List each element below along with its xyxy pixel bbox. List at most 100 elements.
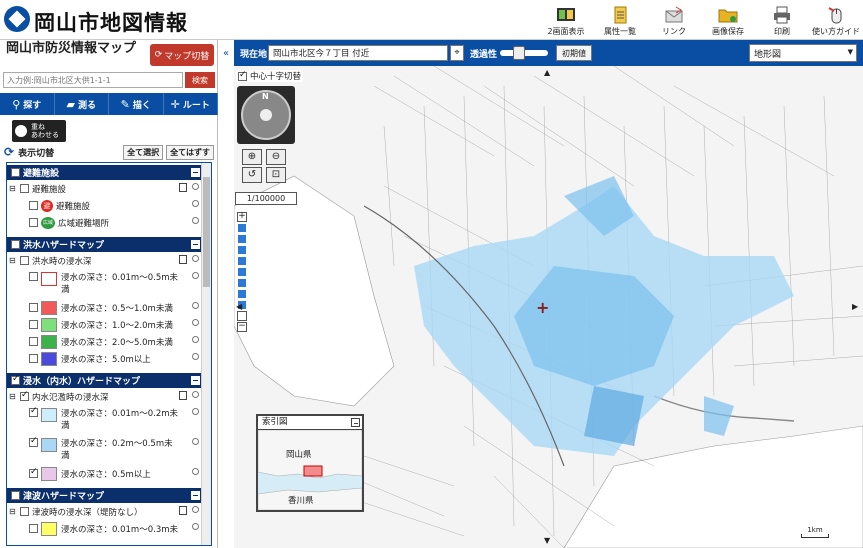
measure-tool-button[interactable]: ▰ 測る bbox=[55, 93, 109, 115]
layer-checkbox[interactable] bbox=[29, 320, 38, 329]
layer-scrollbar[interactable] bbox=[201, 163, 211, 545]
overlay-button[interactable]: 重ね あわせる bbox=[12, 120, 66, 142]
link-button[interactable]: リンク bbox=[647, 0, 701, 40]
search-tool-button[interactable]: ⚲ 探す bbox=[0, 93, 55, 115]
legend-doc-icon[interactable] bbox=[179, 183, 187, 192]
expand-icon[interactable]: ⊟ bbox=[9, 392, 18, 401]
location-display[interactable]: 岡山市北区今７丁目 付近 bbox=[268, 45, 448, 61]
layer-checkbox[interactable] bbox=[29, 406, 38, 417]
group-checkbox[interactable] bbox=[11, 168, 20, 177]
group-header-inland-flood[interactable]: 浸水（内水）ハザードマップ bbox=[7, 373, 203, 388]
index-minimap[interactable]: 索引図 岡山県 香川県 bbox=[256, 414, 364, 512]
layer-checkbox[interactable] bbox=[29, 337, 38, 346]
zoom-box-icon[interactable]: ⊡ bbox=[266, 167, 286, 183]
zoom-level-current[interactable] bbox=[237, 311, 247, 321]
group-checkbox[interactable] bbox=[11, 374, 20, 385]
zoom-level-step[interactable] bbox=[237, 278, 247, 288]
search-pin-icon[interactable] bbox=[192, 506, 199, 513]
legend-doc-icon[interactable] bbox=[179, 506, 187, 515]
usage-guide-button[interactable]: 使い方ガイド bbox=[809, 0, 863, 40]
zoom-level-step[interactable] bbox=[237, 234, 247, 244]
crosshair-checkbox[interactable] bbox=[238, 70, 247, 81]
layer-checkbox[interactable] bbox=[29, 218, 38, 227]
search-pin-icon[interactable] bbox=[192, 438, 199, 445]
group-header-flood[interactable]: 洪水ハザードマップ bbox=[7, 237, 203, 252]
zoom-out-button[interactable]: − bbox=[237, 322, 247, 332]
zoom-slider[interactable]: + − bbox=[237, 212, 247, 348]
panel-collapse-button[interactable]: « bbox=[220, 40, 232, 66]
layer-checkbox[interactable] bbox=[29, 201, 38, 210]
expand-icon[interactable]: ⊟ bbox=[9, 184, 18, 193]
zoom-in-magnifier-icon[interactable]: ⊕ bbox=[242, 149, 262, 165]
locate-target-icon[interactable]: ⌖ bbox=[450, 45, 464, 61]
minimap-collapse-icon[interactable] bbox=[351, 418, 360, 427]
search-pin-icon[interactable] bbox=[192, 408, 199, 415]
collapse-icon[interactable] bbox=[191, 168, 200, 177]
zoom-in-button[interactable]: + bbox=[237, 212, 247, 222]
address-input[interactable] bbox=[3, 72, 183, 88]
opacity-slider-knob[interactable] bbox=[512, 46, 525, 60]
search-pin-icon[interactable] bbox=[192, 391, 199, 398]
search-pin-icon[interactable] bbox=[192, 217, 199, 224]
crosshair-toggle[interactable]: 中心十字切替 bbox=[236, 70, 304, 82]
sublayer-checkbox[interactable] bbox=[20, 256, 29, 265]
map-switch-button[interactable]: ⟳ マップ切替 bbox=[150, 44, 214, 66]
map-canvas[interactable]: 中心十字切替 N ⊕⊖ ↺⊡ 1/100000 + − + ▲ ▼ ◀ ▶ 索引… bbox=[234, 66, 863, 548]
zoom-level-step[interactable] bbox=[237, 245, 247, 255]
scroll-thumb[interactable] bbox=[203, 177, 210, 287]
group-header-evacuation[interactable]: 避難施設 bbox=[7, 165, 203, 180]
draw-tool-button[interactable]: ✎ 描く bbox=[109, 93, 164, 115]
pan-right-arrow-icon[interactable]: ▶ bbox=[852, 302, 858, 311]
search-pin-icon[interactable] bbox=[192, 319, 199, 326]
pan-down-arrow-icon[interactable]: ▼ bbox=[544, 536, 550, 545]
pan-compass[interactable]: N bbox=[237, 86, 295, 144]
collapse-icon[interactable] bbox=[191, 376, 200, 385]
layer-checkbox[interactable] bbox=[29, 303, 38, 312]
pan-left-arrow-icon[interactable]: ◀ bbox=[236, 302, 242, 311]
deselect-all-button[interactable]: 全てはずす bbox=[166, 144, 214, 160]
search-pin-icon[interactable] bbox=[192, 183, 199, 190]
address-search-button[interactable]: 検索 bbox=[185, 72, 215, 88]
collapse-icon[interactable] bbox=[191, 240, 200, 249]
expand-icon[interactable]: ⊟ bbox=[9, 256, 18, 265]
collapse-icon[interactable] bbox=[191, 491, 200, 500]
search-pin-icon[interactable] bbox=[192, 523, 199, 530]
sublayer-checkbox[interactable] bbox=[20, 184, 29, 193]
route-tool-button[interactable]: ✛ ルート bbox=[164, 93, 218, 115]
attribute-list-button[interactable]: 属性一覧 bbox=[593, 0, 647, 40]
layer-checkbox[interactable] bbox=[29, 354, 38, 363]
select-all-button[interactable]: 全て選択 bbox=[123, 144, 164, 160]
sublayer-checkbox[interactable] bbox=[20, 507, 29, 516]
group-checkbox[interactable] bbox=[11, 491, 20, 500]
expand-icon[interactable]: ⊟ bbox=[9, 507, 18, 516]
dual-screen-button[interactable]: 2画面表示 bbox=[539, 0, 593, 40]
search-pin-icon[interactable] bbox=[192, 272, 199, 279]
sublayer-checkbox[interactable] bbox=[20, 390, 29, 401]
print-button[interactable]: 印刷 bbox=[755, 0, 809, 40]
group-header-tsunami[interactable]: 津波ハザードマップ bbox=[7, 488, 203, 503]
zoom-level-step[interactable] bbox=[237, 267, 247, 277]
legend-doc-icon[interactable] bbox=[179, 391, 187, 400]
search-pin-icon[interactable] bbox=[192, 336, 199, 343]
previous-view-icon[interactable]: ↺ bbox=[242, 167, 262, 183]
search-pin-icon[interactable] bbox=[192, 255, 199, 262]
pan-up-arrow-icon[interactable]: ▲ bbox=[544, 68, 550, 77]
search-pin-icon[interactable] bbox=[192, 200, 199, 207]
layer-checkbox[interactable] bbox=[29, 467, 38, 478]
zoom-level-step[interactable] bbox=[237, 256, 247, 266]
basemap-select[interactable]: 地形図 bbox=[749, 44, 857, 62]
search-pin-icon[interactable] bbox=[192, 468, 199, 475]
layer-checkbox[interactable] bbox=[29, 272, 38, 281]
compass-center-button[interactable] bbox=[260, 109, 272, 121]
zoom-out-magnifier-icon[interactable]: ⊖ bbox=[266, 149, 286, 165]
save-image-button[interactable]: 画像保存 bbox=[701, 0, 755, 40]
group-checkbox[interactable] bbox=[11, 240, 20, 249]
reset-opacity-button[interactable]: 初期値 bbox=[556, 45, 592, 61]
zoom-level-step[interactable] bbox=[237, 289, 247, 299]
search-pin-icon[interactable] bbox=[192, 302, 199, 309]
layer-checkbox[interactable] bbox=[29, 436, 38, 447]
layer-checkbox[interactable] bbox=[29, 524, 38, 533]
legend-doc-icon[interactable] bbox=[179, 255, 187, 264]
zoom-level-step[interactable] bbox=[237, 223, 247, 233]
search-pin-icon[interactable] bbox=[192, 353, 199, 360]
